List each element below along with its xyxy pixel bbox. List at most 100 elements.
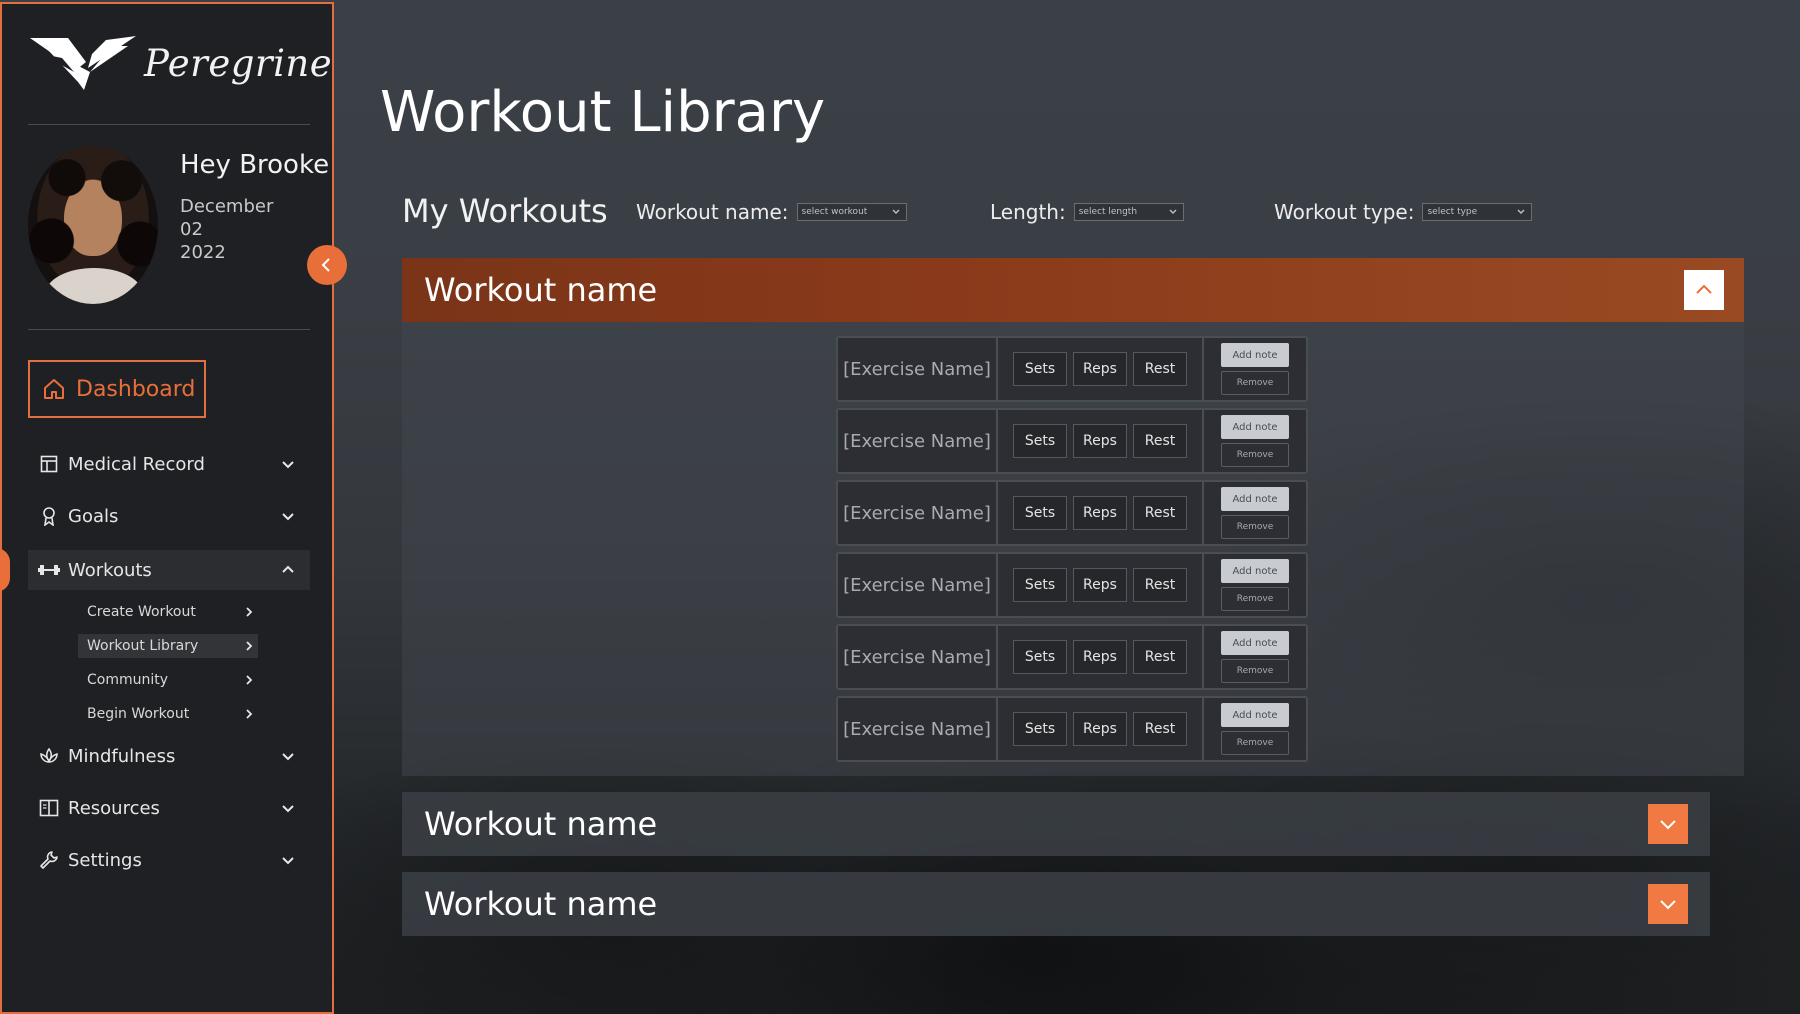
workout-header[interactable]: Workout name — [402, 258, 1744, 322]
sidebar-item-label: Medical Record — [68, 453, 205, 475]
expand-workout-button[interactable] — [1648, 884, 1688, 924]
remove-button[interactable]: Remove — [1221, 515, 1289, 539]
sidebar-subitem-label: Workout Library — [87, 638, 199, 654]
chevron-down-icon[interactable] — [278, 850, 298, 870]
sidebar-item-medical-record[interactable]: Medical Record — [28, 444, 310, 484]
expand-workout-button[interactable] — [1648, 804, 1688, 844]
sidebar-subitem-label: Begin Workout — [87, 706, 190, 722]
sets-field[interactable]: Sets — [1013, 352, 1067, 386]
select-placeholder: select workout — [801, 207, 868, 217]
home-icon — [44, 379, 64, 399]
remove-button[interactable]: Remove — [1221, 659, 1289, 683]
sidebar-subitem-create-workout[interactable]: Create Workout — [78, 600, 258, 624]
sets-field[interactable]: Sets — [1013, 640, 1067, 674]
reps-field[interactable]: Reps — [1073, 424, 1127, 458]
collapse-sidebar-button[interactable] — [307, 245, 347, 285]
sidebar-subitem-workout-library[interactable]: Workout Library — [78, 634, 258, 658]
dashboard-label: Dashboard — [76, 376, 196, 402]
add-note-button[interactable]: Add note — [1221, 487, 1289, 511]
length-select[interactable]: select length — [1073, 203, 1184, 221]
add-note-button[interactable]: Add note — [1221, 703, 1289, 727]
chevron-right-icon — [246, 675, 253, 685]
workout-header-collapsed[interactable]: Workout name — [402, 872, 1710, 936]
chevron-down-icon[interactable] — [278, 506, 298, 526]
workout-name-select[interactable]: select workout — [796, 203, 907, 221]
reps-field[interactable]: Reps — [1073, 352, 1127, 386]
filter-label: Workout name: — [636, 200, 789, 224]
add-note-button[interactable]: Add note — [1221, 559, 1289, 583]
dashboard-button[interactable]: Dashboard — [28, 360, 206, 418]
chevron-down-icon — [1660, 820, 1676, 830]
collapse-workout-button[interactable] — [1684, 270, 1724, 310]
filter-workout-type: Workout type: select type — [1274, 200, 1533, 224]
sets-field[interactable]: Sets — [1013, 712, 1067, 746]
remove-button[interactable]: Remove — [1221, 587, 1289, 611]
workout-header-collapsed[interactable]: Workout name — [402, 792, 1710, 856]
exercise-name[interactable]: [Exercise Name] — [838, 698, 998, 760]
exercise-actions: Add note Remove — [1204, 626, 1306, 688]
sidebar-subitem-begin-workout[interactable]: Begin Workout — [78, 702, 258, 726]
exercise-name[interactable]: [Exercise Name] — [838, 482, 998, 544]
exercise-row: [Exercise Name] Sets Reps Rest Add note Remov… — [836, 696, 1308, 762]
workout-type-select[interactable]: select type — [1422, 203, 1533, 221]
chevron-left-icon — [321, 258, 330, 272]
dumbbell-icon — [38, 559, 60, 581]
reps-field[interactable]: Reps — [1073, 568, 1127, 602]
sets-field[interactable]: Sets — [1013, 568, 1067, 602]
exercise-name[interactable]: [Exercise Name] — [838, 626, 998, 688]
filter-length: Length: select length — [990, 200, 1184, 224]
sidebar-item-label: Settings — [68, 849, 142, 871]
rest-field[interactable]: Rest — [1133, 424, 1187, 458]
reps-field[interactable]: Reps — [1073, 640, 1127, 674]
exercise-name[interactable]: [Exercise Name] — [838, 410, 998, 472]
chevron-down-icon[interactable] — [278, 746, 298, 766]
add-note-button[interactable]: Add note — [1221, 415, 1289, 439]
page-title: Workout Library — [380, 80, 826, 145]
exercise-row: [Exercise Name] Sets Reps Rest Add note Remov… — [836, 336, 1308, 402]
exercise-actions: Add note Remove — [1204, 338, 1306, 400]
select-placeholder: select length — [1078, 207, 1138, 217]
chevron-down-icon[interactable] — [278, 798, 298, 818]
sidebar-divider — [28, 329, 310, 330]
active-section-indicator — [0, 548, 10, 592]
sidebar-subitem-community[interactable]: Community — [78, 668, 258, 692]
sidebar-item-mindfulness[interactable]: Mindfulness — [28, 736, 310, 776]
exercise-fields: Sets Reps Rest — [998, 554, 1204, 616]
book-icon — [38, 797, 60, 819]
remove-button[interactable]: Remove — [1221, 731, 1289, 755]
brand-logo[interactable]: Peregrine — [28, 32, 332, 94]
avatar-hair — [28, 146, 158, 304]
rest-field[interactable]: Rest — [1133, 496, 1187, 530]
add-note-button[interactable]: Add note — [1221, 343, 1289, 367]
add-note-button[interactable]: Add note — [1221, 631, 1289, 655]
exercise-name[interactable]: [Exercise Name] — [838, 554, 998, 616]
avatar[interactable] — [28, 146, 158, 304]
date-month: December — [180, 196, 274, 217]
exercise-row: [Exercise Name] Sets Reps Rest Add note Remov… — [836, 408, 1308, 474]
rest-field[interactable]: Rest — [1133, 352, 1187, 386]
rest-field[interactable]: Rest — [1133, 640, 1187, 674]
sets-field[interactable]: Sets — [1013, 424, 1067, 458]
date-year: 2022 — [180, 242, 226, 263]
filter-label: Length: — [990, 200, 1066, 224]
rest-field[interactable]: Rest — [1133, 568, 1187, 602]
chevron-right-icon — [246, 607, 253, 617]
exercise-name[interactable]: [Exercise Name] — [838, 338, 998, 400]
chevron-up-icon[interactable] — [278, 560, 298, 580]
sets-field[interactable]: Sets — [1013, 496, 1067, 530]
workout-name: Workout name — [424, 885, 658, 923]
sidebar-item-workouts[interactable]: Workouts — [28, 550, 310, 590]
remove-button[interactable]: Remove — [1221, 443, 1289, 467]
remove-button[interactable]: Remove — [1221, 371, 1289, 395]
sidebar: Peregrine Hey Brooke December 02 2022 Da… — [0, 2, 334, 1014]
sidebar-item-settings[interactable]: Settings — [28, 840, 310, 880]
sidebar-item-label: Resources — [68, 797, 160, 819]
rest-field[interactable]: Rest — [1133, 712, 1187, 746]
reps-field[interactable]: Reps — [1073, 712, 1127, 746]
exercise-fields: Sets Reps Rest — [998, 698, 1204, 760]
reps-field[interactable]: Reps — [1073, 496, 1127, 530]
sidebar-item-goals[interactable]: Goals — [28, 496, 310, 536]
sidebar-item-resources[interactable]: Resources — [28, 788, 310, 828]
exercise-fields: Sets Reps Rest — [998, 410, 1204, 472]
chevron-down-icon[interactable] — [278, 454, 298, 474]
